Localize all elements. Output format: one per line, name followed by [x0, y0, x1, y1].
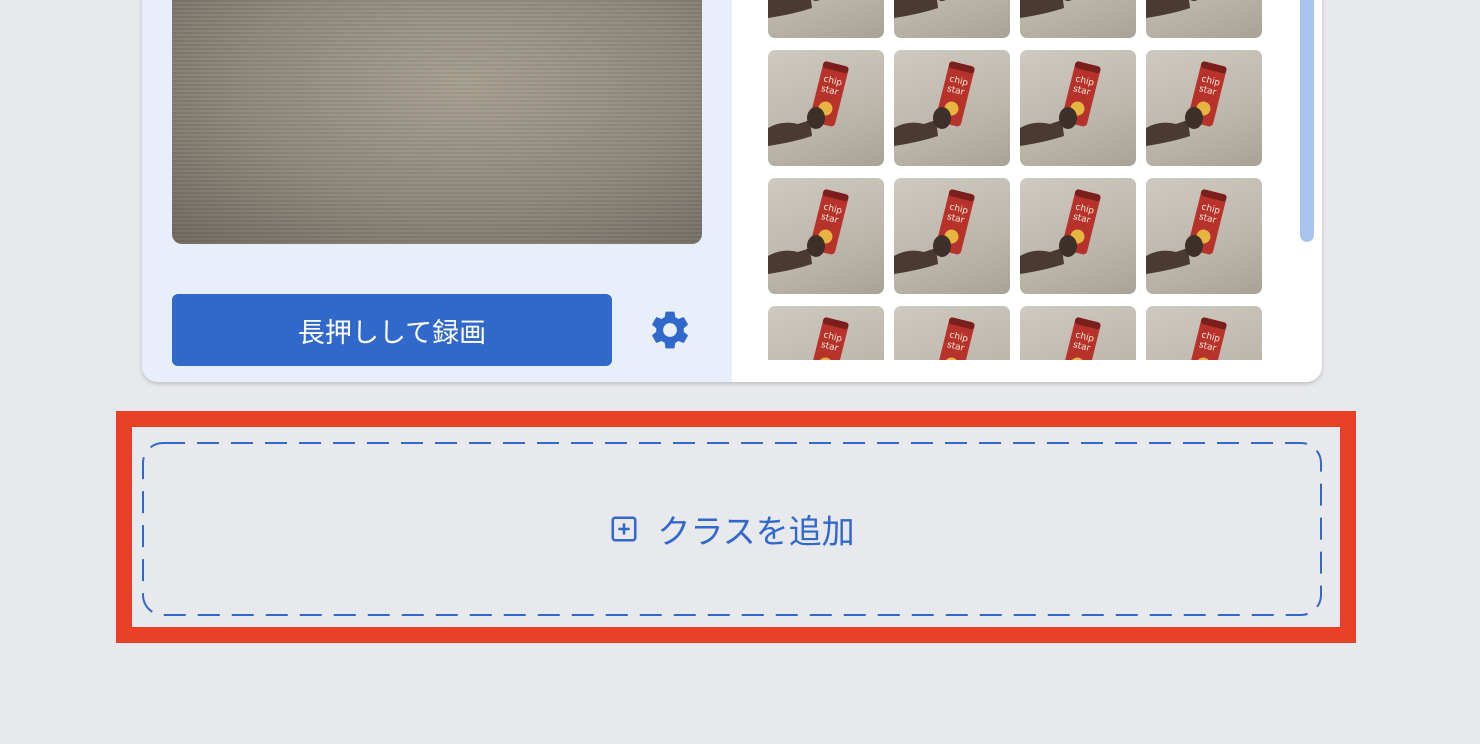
sample-thumbnail[interactable]: chipstar	[1146, 178, 1262, 294]
add-class-content: クラスを追加	[142, 442, 1322, 616]
sample-thumbnail[interactable]: chipstar	[1146, 50, 1262, 166]
record-button-label: 長押しして録画	[297, 317, 487, 349]
webcam-panel: 長押しして録画	[142, 0, 732, 382]
sample-thumbnail[interactable]: chipstar	[894, 306, 1010, 360]
sample-thumbnail[interactable]: chipstar	[1020, 178, 1136, 294]
sample-thumbnail[interactable]: chipstar	[768, 306, 884, 360]
sample-thumbnail[interactable]: chipstar	[894, 178, 1010, 294]
samples-panel: chip star chip star chip star chip star chip star…	[732, 0, 1322, 382]
gear-icon[interactable]	[647, 307, 693, 353]
class-card: 長押しして録画 chip star chip star chip star chip star…	[142, 0, 1322, 382]
sample-thumbnail[interactable]: chipstar	[1020, 306, 1136, 360]
sample-grid: chip star chip star chip star chip star chip star…	[768, 0, 1288, 360]
add-class-label: クラスを追加	[657, 512, 855, 551]
sample-thumbnail[interactable]: chipstar	[768, 50, 884, 166]
sample-thumbnail[interactable]: chipstar	[1146, 0, 1262, 38]
sample-thumbnail[interactable]: chipstar	[1020, 0, 1136, 38]
add-class-button[interactable]: クラスを追加	[142, 442, 1322, 616]
sample-thumbnail[interactable]: chipstar	[768, 178, 884, 294]
hold-to-record-button[interactable]: 長押しして録画	[172, 294, 612, 366]
sample-thumbnail[interactable]: chipstar	[1146, 306, 1262, 360]
sample-thumbnail[interactable]: chipstar	[768, 0, 884, 38]
samples-scrollbar[interactable]	[1300, 0, 1314, 242]
plus-box-icon	[611, 516, 637, 542]
sample-thumbnail[interactable]: chipstar	[1020, 50, 1136, 166]
webcam-preview	[172, 0, 702, 244]
sample-thumbnail[interactable]: chipstar	[894, 50, 1010, 166]
sample-thumbnail[interactable]: chipstar	[894, 0, 1010, 38]
